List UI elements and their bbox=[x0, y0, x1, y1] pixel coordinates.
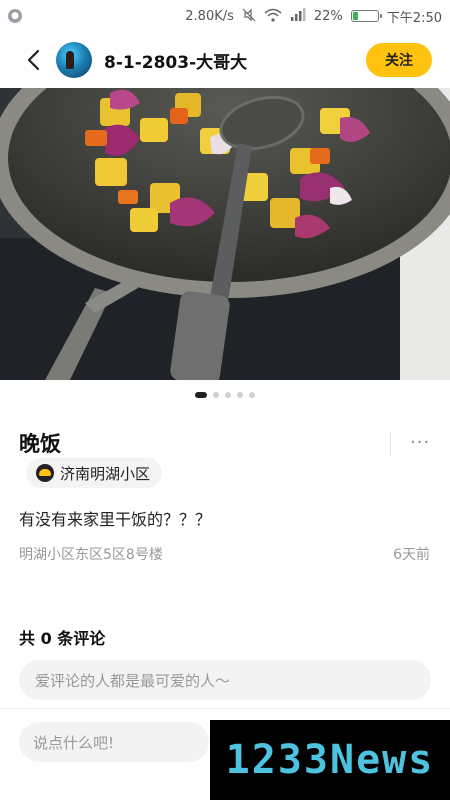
battery-level-fill bbox=[352, 12, 358, 20]
location-icon bbox=[36, 464, 54, 482]
post-time: 6天前 bbox=[393, 547, 430, 563]
signal-icon bbox=[290, 7, 306, 25]
post-title: 晚饭 bbox=[19, 432, 61, 456]
status-bar: ● 2.80K/s 22% 下午2:50 bbox=[0, 0, 450, 32]
carousel-dot[interactable] bbox=[249, 392, 255, 398]
post-header: 8-1-2803-大哥大 关注 bbox=[0, 36, 450, 84]
reply-input[interactable]: 说点什么吧! bbox=[19, 722, 209, 762]
post-address: 明湖小区东区5区8号楼 bbox=[19, 547, 163, 563]
comments-count: 共 0 条评论 bbox=[19, 629, 106, 648]
battery-icon bbox=[350, 10, 382, 22]
divider bbox=[390, 432, 391, 456]
comment-input[interactable]: 爱评论的人都是最可爱的人～ bbox=[19, 660, 431, 700]
clock: 下午2:50 bbox=[386, 10, 442, 26]
food-photo bbox=[0, 88, 450, 380]
carousel-dot[interactable] bbox=[195, 392, 207, 398]
post-description: 有没有来家里干饭的？？？ bbox=[19, 510, 212, 529]
notification-icon: ● bbox=[8, 9, 22, 23]
carousel-dot[interactable] bbox=[225, 392, 231, 398]
location-label: 济南明湖小区 bbox=[60, 464, 151, 483]
divider bbox=[0, 708, 450, 709]
more-options-button[interactable]: ··· bbox=[410, 432, 430, 453]
watermark: 1233News bbox=[210, 720, 450, 800]
network-speed: 2.80K/s bbox=[185, 8, 234, 24]
battery-percent: 22% bbox=[313, 8, 343, 24]
watermark-text: 1233News bbox=[225, 737, 435, 783]
chevron-left-icon bbox=[27, 49, 40, 71]
carousel-dot[interactable] bbox=[237, 392, 243, 398]
mute-icon bbox=[242, 8, 256, 25]
post-image[interactable] bbox=[0, 88, 450, 380]
avatar[interactable] bbox=[56, 42, 92, 78]
follow-button[interactable]: 关注 bbox=[366, 43, 432, 77]
carousel-dot[interactable] bbox=[213, 392, 219, 398]
back-button[interactable] bbox=[18, 45, 48, 75]
location-tag[interactable]: 济南明湖小区 bbox=[26, 458, 163, 488]
author-name[interactable]: 8-1-2803-大哥大 bbox=[104, 48, 366, 73]
wifi-icon bbox=[264, 8, 282, 25]
carousel-indicator bbox=[0, 392, 450, 398]
